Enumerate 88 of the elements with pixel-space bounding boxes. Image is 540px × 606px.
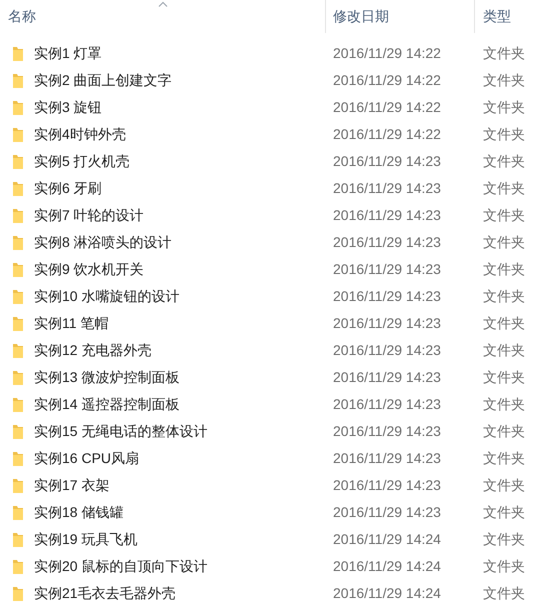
folder-name[interactable]: 实例19 玩具飞机 — [34, 529, 138, 550]
folder-icon — [12, 450, 24, 466]
modified-date: 2016/11/29 14:23 — [332, 314, 442, 333]
modified-date: 2016/11/29 14:23 — [332, 368, 442, 387]
folder-name[interactable]: 实例4时钟外壳 — [34, 124, 126, 145]
item-type: 文件夹 — [482, 422, 526, 441]
folder-icon — [12, 234, 24, 250]
folder-name[interactable]: 实例16 CPU风扇 — [34, 448, 140, 469]
folder-icon — [12, 72, 24, 88]
folder-name[interactable]: 实例6 牙刷 — [34, 178, 102, 199]
item-type: 文件夹 — [482, 314, 526, 333]
folder-name[interactable]: 实例18 储钱罐 — [34, 502, 124, 523]
item-type: 文件夹 — [482, 44, 526, 63]
folder-name[interactable]: 实例1 灯罩 — [34, 43, 102, 64]
modified-date: 2016/11/29 14:23 — [332, 395, 442, 414]
item-type: 文件夹 — [482, 233, 526, 252]
folder-icon — [12, 586, 24, 602]
folder-icon — [12, 154, 24, 170]
folder-name[interactable]: 实例12 充电器外壳 — [34, 340, 152, 361]
modified-date: 2016/11/29 14:22 — [332, 98, 442, 117]
modified-date: 2016/11/29 14:24 — [332, 584, 442, 603]
item-type: 文件夹 — [482, 206, 526, 225]
item-type: 文件夹 — [482, 260, 526, 279]
folder-name[interactable]: 实例2 曲面上创建文字 — [34, 70, 172, 91]
folder-name[interactable]: 实例20 鼠标的自顶向下设计 — [34, 556, 208, 577]
sort-up-icon — [158, 1, 168, 7]
folder-icon — [12, 396, 24, 412]
column-header[interactable]: 名称 — [0, 0, 326, 33]
folder-icon — [12, 180, 24, 196]
modified-date: 2016/11/29 14:23 — [332, 179, 442, 198]
modified-date: 2016/11/29 14:23 — [332, 422, 442, 441]
modified-date: 2016/11/29 14:23 — [332, 233, 442, 252]
folder-name[interactable]: 实例3 旋钮 — [34, 97, 102, 118]
folder-icon — [12, 316, 24, 332]
item-type: 文件夹 — [482, 152, 526, 171]
folder-icon — [12, 262, 24, 278]
folder-icon — [12, 126, 24, 142]
item-type: 文件夹 — [482, 449, 526, 468]
folder-name[interactable]: 实例10 水嘴旋钮的设计 — [34, 286, 180, 307]
modified-date: 2016/11/29 14:22 — [332, 44, 442, 63]
folder-name[interactable]: 实例5 打火机壳 — [34, 151, 130, 172]
column-header[interactable]: 类型 — [475, 0, 540, 33]
folder-name[interactable]: 实例17 衣架 — [34, 475, 110, 496]
folder-icon — [12, 478, 24, 494]
item-type: 文件夹 — [482, 179, 526, 198]
folder-name[interactable]: 实例7 叶轮的设计 — [34, 205, 144, 226]
modified-date: 2016/11/29 14:23 — [332, 152, 442, 171]
modified-date: 2016/11/29 14:23 — [332, 260, 442, 279]
item-type: 文件夹 — [482, 530, 526, 549]
item-type: 文件夹 — [482, 584, 526, 603]
column-header[interactable]: 修改日期 — [326, 0, 475, 33]
item-type: 文件夹 — [482, 368, 526, 387]
item-type: 文件夹 — [482, 98, 526, 117]
item-type: 文件夹 — [482, 557, 526, 576]
folder-icon — [12, 100, 24, 116]
folder-icon — [12, 504, 24, 520]
folder-name[interactable]: 实例13 微波炉控制面板 — [34, 367, 180, 388]
item-type: 文件夹 — [482, 341, 526, 360]
modified-date: 2016/11/29 14:24 — [332, 557, 442, 576]
item-type: 文件夹 — [482, 125, 526, 144]
folder-icon — [12, 424, 24, 440]
folder-name[interactable]: 实例11 笔帽 — [34, 313, 108, 334]
folder-name[interactable]: 实例14 遥控器控制面板 — [34, 394, 180, 415]
modified-date: 2016/11/29 14:22 — [332, 125, 442, 144]
item-type: 文件夹 — [482, 476, 526, 495]
item-type: 文件夹 — [482, 71, 526, 90]
folder-icon — [12, 558, 24, 574]
modified-date: 2016/11/29 14:22 — [332, 71, 442, 90]
folder-name[interactable]: 实例15 无绳电话的整体设计 — [34, 421, 208, 442]
folder-icon — [12, 208, 24, 224]
folder-icon — [12, 46, 24, 62]
folder-icon — [12, 370, 24, 386]
item-type: 文件夹 — [482, 287, 526, 306]
folder-name[interactable]: 实例9 饮水机开关 — [34, 259, 144, 280]
modified-date: 2016/11/29 14:23 — [332, 287, 442, 306]
modified-date: 2016/11/29 14:23 — [332, 476, 442, 495]
folder-icon — [12, 532, 24, 548]
folder-icon — [12, 342, 24, 358]
folder-icon — [12, 288, 24, 304]
modified-date: 2016/11/29 14:23 — [332, 449, 442, 468]
modified-date: 2016/11/29 14:23 — [332, 206, 442, 225]
item-type: 文件夹 — [482, 503, 526, 522]
modified-date: 2016/11/29 14:24 — [332, 530, 442, 549]
folder-name[interactable]: 实例8 淋浴喷头的设计 — [34, 232, 172, 253]
modified-date: 2016/11/29 14:23 — [332, 503, 442, 522]
modified-date: 2016/11/29 14:23 — [332, 341, 442, 360]
folder-name[interactable]: 实例21毛衣去毛器外壳 — [34, 583, 176, 604]
item-type: 文件夹 — [482, 395, 526, 414]
